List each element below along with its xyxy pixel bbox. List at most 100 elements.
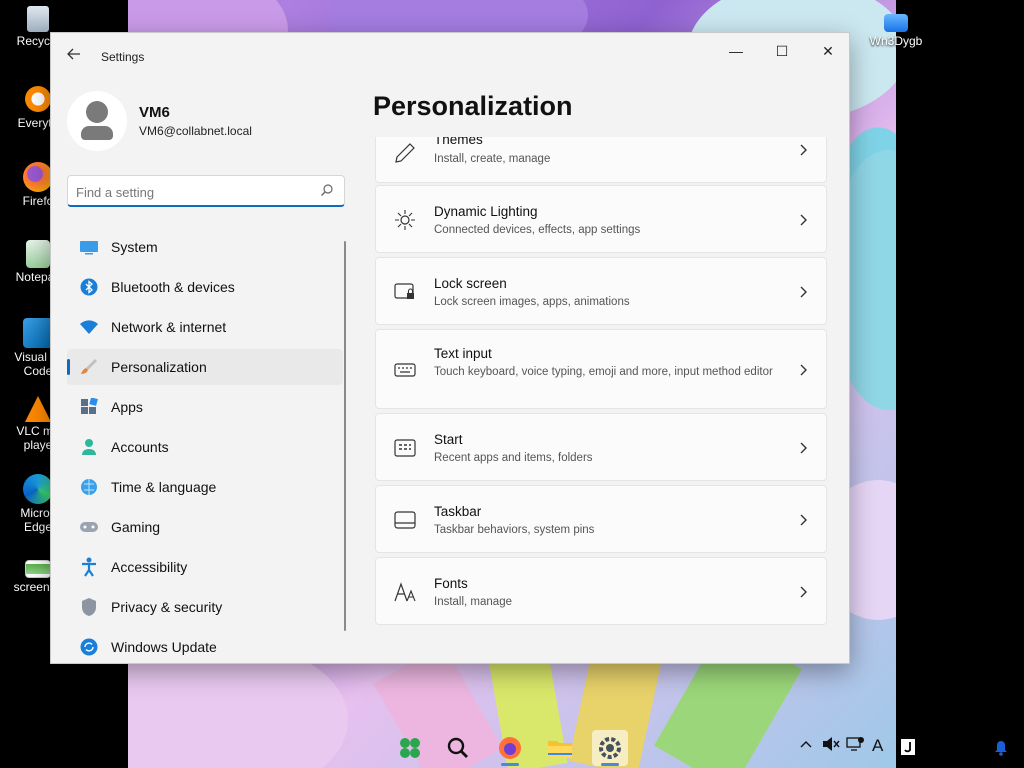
search-input[interactable] [76,182,306,202]
sidebar-item-label: Bluetooth & devices [111,279,235,295]
sidebar-scrollbar[interactable] [344,241,346,631]
sidebar-item-label: Privacy & security [111,599,223,615]
chevron-up-icon [800,741,812,748]
back-button[interactable] [63,47,85,67]
notifications-button[interactable] [994,740,1008,761]
gamepad-icon [79,517,99,537]
globe-clock-icon [79,477,99,497]
network-tray[interactable] [846,736,864,755]
desktop-icon-shortcut[interactable]: Wn3Dygb [858,14,934,48]
taskbar-start-button[interactable] [392,730,428,766]
sidebar-item-label: Gaming [111,519,161,535]
search-icon[interactable] [320,183,334,197]
tray-app-icon[interactable] [900,738,916,761]
chevron-right-icon [800,144,807,156]
sidebar-item-bluetooth-devices[interactable]: Bluetooth & devices [67,269,343,305]
sidebar-item-label: Apps [111,399,143,415]
sidebar-item-label: Accounts [111,439,169,455]
show-hidden-icons-button[interactable] [800,736,812,752]
card-title: Text input [434,346,492,361]
vscode-icon [23,318,53,348]
card-title: Lock screen [434,276,507,291]
setting-card-themes[interactable]: Themes Install, create, manage [375,137,827,183]
close-icon: ✕ [822,43,834,59]
setting-card-taskbar[interactable]: Taskbar Taskbar behaviors, system pins [375,485,827,553]
chevron-right-icon [800,514,807,526]
card-description: Recent apps and items, folders [434,452,593,464]
sidebar-item-label: System [111,239,158,255]
notepad-icon [26,240,50,268]
taskbar-settings-button[interactable] [592,730,628,766]
sidebar-item-network-internet[interactable]: Network & internet [67,309,343,345]
window-title: Settings [101,50,145,64]
sidebar-item-privacy-security[interactable]: Privacy & security [67,589,343,625]
bell-icon [995,741,1007,756]
setting-card-text-input[interactable]: Text input Touch keyboard, voice typing,… [375,329,827,409]
maximize-button[interactable]: ☐ [759,37,805,65]
shortcut-icon [884,14,908,32]
user-profile[interactable]: VM6 VM6@collabnet.local [67,91,347,151]
sidebar-item-system[interactable]: System [67,229,343,265]
sun-icon [395,210,415,230]
user-name: VM6 [139,104,170,121]
font-icon [394,582,416,602]
setting-card-lock-screen[interactable]: Lock screen Lock screen images, apps, an… [375,257,827,325]
sidebar-item-label: Network & internet [111,319,227,335]
person-icon [79,437,99,457]
search-box[interactable] [67,175,345,207]
taskbar-search-button[interactable] [440,730,476,766]
shield-icon [79,597,99,617]
sidebar-nav: System Bluetooth & devices Network & int… [67,229,343,669]
setting-card-start[interactable]: Start Recent apps and items, folders [375,413,827,481]
recycle-bin-icon [27,6,49,32]
close-button[interactable]: ✕ [805,37,851,65]
system-monitor-icon [79,237,99,257]
title-bar[interactable]: Settings — ☐ ✕ [51,33,849,81]
sidebar-item-gaming[interactable]: Gaming [67,509,343,545]
sidebar-item-accounts[interactable]: Accounts [67,429,343,465]
minimize-button[interactable]: — [713,37,759,65]
sidebar-item-accessibility[interactable]: Accessibility [67,549,343,585]
volume-muted-tray[interactable] [822,736,840,755]
app-tray-icon [901,739,915,755]
screenshot-file-icon [25,560,51,578]
sidebar-item-time-language[interactable]: Time & language [67,469,343,505]
card-description: Taskbar behaviors, system pins [434,524,595,536]
sidebar-item-personalization[interactable]: Personalization [67,349,343,385]
edge-icon [23,474,53,504]
setting-card-fonts[interactable]: Fonts Install, manage [375,557,827,625]
network-disconnected-icon [846,737,864,751]
brush-icon [79,357,99,377]
firefox-icon [23,162,53,192]
input-method-indicator[interactable]: A [872,736,883,756]
sidebar-item-label: Personalization [111,359,207,375]
settings-list: Themes Install, create, manage Dynamic L… [373,137,827,665]
taskbar-firefox-button[interactable] [492,730,528,766]
chevron-right-icon [800,214,807,226]
sidebar-item-label: Windows Update [111,639,217,655]
sidebar-item-label: Accessibility [111,559,188,575]
taskbar: A [128,726,896,768]
desktop-icon-label: Wn3Dygb [869,34,923,48]
sidebar-item-apps[interactable]: Apps [67,389,343,425]
card-description: Connected devices, effects, app settings [434,224,641,236]
setting-card-dynamic-lighting[interactable]: Dynamic Lighting Connected devices, effe… [375,185,827,253]
avatar [67,91,127,151]
pen-icon [395,143,415,163]
card-title: Fonts [434,576,468,591]
chevron-right-icon [800,586,807,598]
card-title: Themes [434,137,483,147]
everything-icon [23,84,53,114]
update-icon [79,637,99,657]
settings-icon [599,737,621,759]
bluetooth-icon [79,277,99,297]
card-title: Taskbar [434,504,482,519]
maximize-icon: ☐ [775,43,789,59]
chevron-right-icon [800,442,807,454]
card-title: Start [434,432,463,447]
arrow-left-icon [67,48,80,60]
sidebar-item-windows-update[interactable]: Windows Update [67,629,343,665]
keyboard-icon [394,363,416,377]
taskbar-file-explorer-button[interactable] [542,730,578,766]
user-email: VM6@collabnet.local [139,124,252,138]
